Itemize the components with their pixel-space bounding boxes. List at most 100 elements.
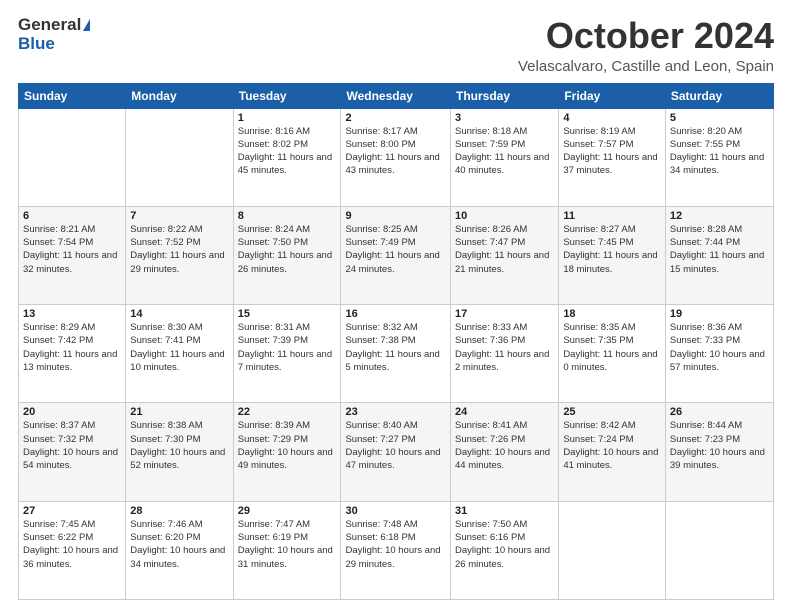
day-info-23: Sunrise: 8:40 AM Sunset: 7:27 PM Dayligh… — [345, 419, 446, 472]
day-info-15: Sunrise: 8:31 AM Sunset: 7:39 PM Dayligh… — [238, 321, 337, 374]
calendar-cell-w4-d7: 26Sunrise: 8:44 AM Sunset: 7:23 PM Dayli… — [665, 403, 773, 501]
day-info-26: Sunrise: 8:44 AM Sunset: 7:23 PM Dayligh… — [670, 419, 769, 472]
day-number-22: 22 — [238, 406, 337, 418]
header: General Blue October 2024 Velascalvaro, … — [18, 16, 774, 75]
day-info-9: Sunrise: 8:25 AM Sunset: 7:49 PM Dayligh… — [345, 223, 446, 276]
day-number-6: 6 — [23, 210, 121, 222]
calendar-cell-w3-d1: 13Sunrise: 8:29 AM Sunset: 7:42 PM Dayli… — [19, 305, 126, 403]
day-info-2: Sunrise: 8:17 AM Sunset: 8:00 PM Dayligh… — [345, 125, 446, 178]
day-info-20: Sunrise: 8:37 AM Sunset: 7:32 PM Dayligh… — [23, 419, 121, 472]
day-number-21: 21 — [130, 406, 228, 418]
calendar-cell-w1-d3: 1Sunrise: 8:16 AM Sunset: 8:02 PM Daylig… — [233, 108, 341, 206]
calendar-cell-w4-d4: 23Sunrise: 8:40 AM Sunset: 7:27 PM Dayli… — [341, 403, 451, 501]
day-number-11: 11 — [563, 210, 661, 222]
header-saturday: Saturday — [665, 83, 773, 108]
calendar-cell-w2-d2: 7Sunrise: 8:22 AM Sunset: 7:52 PM Daylig… — [126, 206, 233, 304]
calendar-cell-w5-d3: 29Sunrise: 7:47 AM Sunset: 6:19 PM Dayli… — [233, 501, 341, 599]
header-monday: Monday — [126, 83, 233, 108]
day-number-2: 2 — [345, 112, 446, 124]
logo-blue-text: Blue — [18, 35, 55, 54]
calendar-cell-w4-d5: 24Sunrise: 8:41 AM Sunset: 7:26 PM Dayli… — [451, 403, 559, 501]
calendar-week-5: 27Sunrise: 7:45 AM Sunset: 6:22 PM Dayli… — [19, 501, 774, 599]
day-number-30: 30 — [345, 505, 446, 517]
calendar-header-row: Sunday Monday Tuesday Wednesday Thursday… — [19, 83, 774, 108]
day-info-22: Sunrise: 8:39 AM Sunset: 7:29 PM Dayligh… — [238, 419, 337, 472]
header-tuesday: Tuesday — [233, 83, 341, 108]
calendar-cell-w2-d7: 12Sunrise: 8:28 AM Sunset: 7:44 PM Dayli… — [665, 206, 773, 304]
day-number-4: 4 — [563, 112, 661, 124]
day-info-5: Sunrise: 8:20 AM Sunset: 7:55 PM Dayligh… — [670, 125, 769, 178]
day-number-8: 8 — [238, 210, 337, 222]
calendar-cell-w4-d2: 21Sunrise: 8:38 AM Sunset: 7:30 PM Dayli… — [126, 403, 233, 501]
calendar-table: Sunday Monday Tuesday Wednesday Thursday… — [18, 83, 774, 600]
calendar-cell-w1-d4: 2Sunrise: 8:17 AM Sunset: 8:00 PM Daylig… — [341, 108, 451, 206]
day-info-13: Sunrise: 8:29 AM Sunset: 7:42 PM Dayligh… — [23, 321, 121, 374]
logo-general-text: General — [18, 16, 81, 35]
header-friday: Friday — [559, 83, 666, 108]
calendar-cell-w1-d6: 4Sunrise: 8:19 AM Sunset: 7:57 PM Daylig… — [559, 108, 666, 206]
calendar-cell-w3-d3: 15Sunrise: 8:31 AM Sunset: 7:39 PM Dayli… — [233, 305, 341, 403]
day-info-7: Sunrise: 8:22 AM Sunset: 7:52 PM Dayligh… — [130, 223, 228, 276]
day-number-23: 23 — [345, 406, 446, 418]
day-info-17: Sunrise: 8:33 AM Sunset: 7:36 PM Dayligh… — [455, 321, 554, 374]
title-area: October 2024 Velascalvaro, Castille and … — [518, 16, 774, 75]
calendar-cell-w5-d1: 27Sunrise: 7:45 AM Sunset: 6:22 PM Dayli… — [19, 501, 126, 599]
calendar-cell-w3-d4: 16Sunrise: 8:32 AM Sunset: 7:38 PM Dayli… — [341, 305, 451, 403]
day-number-31: 31 — [455, 505, 554, 517]
day-number-5: 5 — [670, 112, 769, 124]
calendar-week-2: 6Sunrise: 8:21 AM Sunset: 7:54 PM Daylig… — [19, 206, 774, 304]
day-info-14: Sunrise: 8:30 AM Sunset: 7:41 PM Dayligh… — [130, 321, 228, 374]
day-number-9: 9 — [345, 210, 446, 222]
calendar-cell-w1-d7: 5Sunrise: 8:20 AM Sunset: 7:55 PM Daylig… — [665, 108, 773, 206]
header-sunday: Sunday — [19, 83, 126, 108]
day-info-4: Sunrise: 8:19 AM Sunset: 7:57 PM Dayligh… — [563, 125, 661, 178]
calendar-cell-w5-d5: 31Sunrise: 7:50 AM Sunset: 6:16 PM Dayli… — [451, 501, 559, 599]
day-info-3: Sunrise: 8:18 AM Sunset: 7:59 PM Dayligh… — [455, 125, 554, 178]
title-location: Velascalvaro, Castille and Leon, Spain — [518, 58, 774, 75]
day-info-21: Sunrise: 8:38 AM Sunset: 7:30 PM Dayligh… — [130, 419, 228, 472]
calendar-cell-w3-d7: 19Sunrise: 8:36 AM Sunset: 7:33 PM Dayli… — [665, 305, 773, 403]
day-info-25: Sunrise: 8:42 AM Sunset: 7:24 PM Dayligh… — [563, 419, 661, 472]
title-month: October 2024 — [518, 16, 774, 56]
day-info-6: Sunrise: 8:21 AM Sunset: 7:54 PM Dayligh… — [23, 223, 121, 276]
day-info-11: Sunrise: 8:27 AM Sunset: 7:45 PM Dayligh… — [563, 223, 661, 276]
day-number-7: 7 — [130, 210, 228, 222]
calendar-cell-w2-d4: 9Sunrise: 8:25 AM Sunset: 7:49 PM Daylig… — [341, 206, 451, 304]
day-info-27: Sunrise: 7:45 AM Sunset: 6:22 PM Dayligh… — [23, 518, 121, 571]
day-number-27: 27 — [23, 505, 121, 517]
calendar-cell-w2-d6: 11Sunrise: 8:27 AM Sunset: 7:45 PM Dayli… — [559, 206, 666, 304]
day-number-14: 14 — [130, 308, 228, 320]
calendar-cell-w5-d2: 28Sunrise: 7:46 AM Sunset: 6:20 PM Dayli… — [126, 501, 233, 599]
day-number-12: 12 — [670, 210, 769, 222]
calendar-cell-w4-d3: 22Sunrise: 8:39 AM Sunset: 7:29 PM Dayli… — [233, 403, 341, 501]
calendar-week-3: 13Sunrise: 8:29 AM Sunset: 7:42 PM Dayli… — [19, 305, 774, 403]
header-wednesday: Wednesday — [341, 83, 451, 108]
day-number-17: 17 — [455, 308, 554, 320]
logo: General Blue — [18, 16, 90, 53]
day-info-29: Sunrise: 7:47 AM Sunset: 6:19 PM Dayligh… — [238, 518, 337, 571]
calendar-cell-w5-d4: 30Sunrise: 7:48 AM Sunset: 6:18 PM Dayli… — [341, 501, 451, 599]
day-info-8: Sunrise: 8:24 AM Sunset: 7:50 PM Dayligh… — [238, 223, 337, 276]
day-number-24: 24 — [455, 406, 554, 418]
day-info-10: Sunrise: 8:26 AM Sunset: 7:47 PM Dayligh… — [455, 223, 554, 276]
calendar-cell-w3-d5: 17Sunrise: 8:33 AM Sunset: 7:36 PM Dayli… — [451, 305, 559, 403]
day-number-29: 29 — [238, 505, 337, 517]
day-info-16: Sunrise: 8:32 AM Sunset: 7:38 PM Dayligh… — [345, 321, 446, 374]
day-number-13: 13 — [23, 308, 121, 320]
day-number-25: 25 — [563, 406, 661, 418]
calendar-cell-w4-d6: 25Sunrise: 8:42 AM Sunset: 7:24 PM Dayli… — [559, 403, 666, 501]
day-number-26: 26 — [670, 406, 769, 418]
calendar-cell-w2-d1: 6Sunrise: 8:21 AM Sunset: 7:54 PM Daylig… — [19, 206, 126, 304]
header-thursday: Thursday — [451, 83, 559, 108]
day-info-28: Sunrise: 7:46 AM Sunset: 6:20 PM Dayligh… — [130, 518, 228, 571]
day-number-19: 19 — [670, 308, 769, 320]
day-info-12: Sunrise: 8:28 AM Sunset: 7:44 PM Dayligh… — [670, 223, 769, 276]
calendar-cell-w1-d1 — [19, 108, 126, 206]
day-info-18: Sunrise: 8:35 AM Sunset: 7:35 PM Dayligh… — [563, 321, 661, 374]
day-number-20: 20 — [23, 406, 121, 418]
day-info-24: Sunrise: 8:41 AM Sunset: 7:26 PM Dayligh… — [455, 419, 554, 472]
day-info-31: Sunrise: 7:50 AM Sunset: 6:16 PM Dayligh… — [455, 518, 554, 571]
calendar-cell-w5-d6 — [559, 501, 666, 599]
calendar-cell-w2-d3: 8Sunrise: 8:24 AM Sunset: 7:50 PM Daylig… — [233, 206, 341, 304]
day-number-1: 1 — [238, 112, 337, 124]
